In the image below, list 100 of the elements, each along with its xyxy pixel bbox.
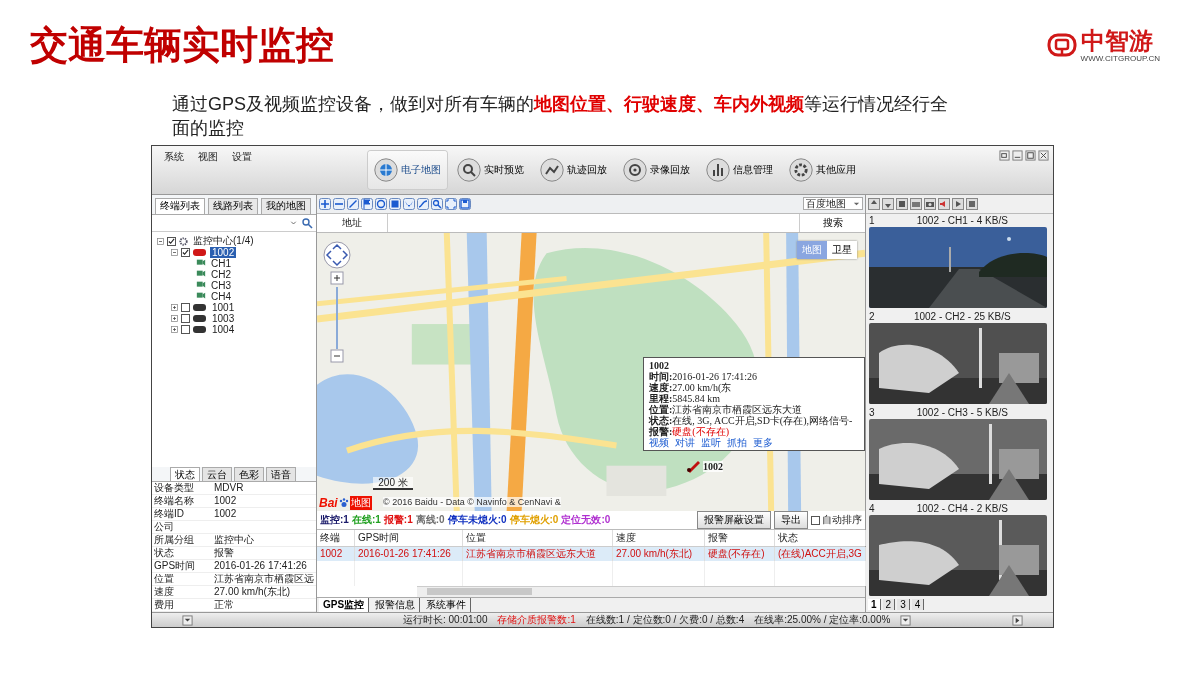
panel-toggle-icon[interactable]: [1012, 614, 1023, 626]
layer-dropdown[interactable]: 百度地图: [803, 197, 863, 211]
sheet-tab[interactable]: GPS监控: [319, 598, 370, 612]
horizontal-scrollbar[interactable]: [417, 586, 865, 597]
camera-icon[interactable]: [924, 197, 936, 210]
property-value: 报警: [213, 547, 235, 559]
maximize-icon[interactable]: [1025, 150, 1036, 161]
popup-field: 状态:在线, 3G, ACC开启,SD卡(存在),网络信号-: [649, 414, 859, 426]
video-index: 1: [869, 214, 875, 227]
page-tab[interactable]: 4: [911, 599, 925, 611]
arrow-up-icon[interactable]: [868, 197, 880, 210]
tree-item[interactable]: 1002: [210, 246, 237, 258]
page-tab[interactable]: 2: [882, 599, 896, 611]
line-icon[interactable]: [417, 197, 429, 210]
menu-item[interactable]: 视图: [198, 150, 218, 164]
minimize-icon[interactable]: [1012, 150, 1023, 161]
pan-control-icon[interactable]: [323, 240, 351, 269]
nav-button[interactable]: 其他应用: [783, 150, 862, 189]
nav-button[interactable]: 轨迹回放: [534, 150, 613, 189]
restore-icon[interactable]: [999, 150, 1010, 161]
tree-item[interactable]: 1001: [210, 301, 237, 313]
summary-count: 报警:1: [383, 513, 413, 527]
close-icon[interactable]: [1038, 150, 1049, 161]
speaker-icon[interactable]: [938, 197, 950, 210]
square-icon[interactable]: [389, 197, 401, 210]
checkbox[interactable]: [811, 515, 820, 525]
table-row[interactable]: 1002 2016-01-26 17:41:26 江苏省南京市栖霞区远东大道 27.00 km/h(东北) 硬盘(不存在) (在线)ACC开启,3G: [317, 547, 865, 561]
fullscreen-icon[interactable]: [445, 197, 457, 210]
collapse-icon[interactable]: [156, 236, 165, 246]
expand-icon[interactable]: [170, 324, 179, 334]
tree-item[interactable]: CH2: [209, 268, 233, 280]
zoom-in-icon[interactable]: [330, 270, 344, 285]
popup-link[interactable]: 视频: [649, 436, 669, 448]
checkbox[interactable]: [181, 302, 190, 312]
panel-tab[interactable]: 我的地图: [261, 197, 311, 214]
tree-item[interactable]: CH4: [209, 290, 233, 302]
panel-tab[interactable]: 终端列表: [155, 197, 205, 214]
popup-link[interactable]: 更多: [753, 436, 773, 448]
property-name: 状态: [153, 547, 175, 559]
checkbox[interactable]: [181, 324, 190, 334]
column-header: 速度: [613, 530, 705, 546]
arrow-down-icon[interactable]: [882, 197, 894, 210]
polygon-icon[interactable]: [403, 197, 415, 210]
checkbox[interactable]: [181, 247, 190, 257]
menu-item[interactable]: 设置: [232, 150, 252, 164]
save-icon[interactable]: [459, 197, 471, 210]
column-header: GPS时间: [355, 530, 463, 546]
play-icon[interactable]: [952, 197, 964, 210]
menu-item[interactable]: 系统: [164, 150, 184, 164]
popup-field: 速度:27.00 km/h(东: [649, 381, 859, 393]
column-header: 位置: [463, 530, 613, 546]
property-name: 终端名称: [153, 495, 195, 507]
property-name: GPS时间: [153, 560, 197, 572]
logo-url: WWW.CITGROUP.CN: [1080, 53, 1160, 63]
tree-item[interactable]: 1003: [210, 312, 237, 324]
search-icon[interactable]: [431, 197, 443, 210]
panel-tab[interactable]: 云台: [202, 467, 232, 481]
checkbox[interactable]: [167, 236, 176, 246]
tree-item[interactable]: 1004: [210, 323, 237, 335]
panel-tab[interactable]: 语音: [266, 467, 296, 481]
checkbox-label: 自动排序: [822, 513, 862, 527]
tree-item[interactable]: CH3: [209, 279, 233, 291]
nav-button[interactable]: 录像回放: [617, 150, 696, 189]
flag-icon[interactable]: [361, 197, 373, 210]
slide-title: 交通车辆实时监控: [30, 23, 334, 68]
panel-tab[interactable]: 色彩: [234, 467, 264, 481]
dropdown-icon[interactable]: [900, 614, 912, 626]
layout-icon[interactable]: [896, 197, 908, 210]
video-index: 2: [869, 310, 875, 323]
window-icon[interactable]: [910, 197, 922, 210]
nav-button[interactable]: 信息管理: [700, 150, 779, 189]
export-button[interactable]: 导出: [774, 511, 808, 529]
expand-icon[interactable]: [170, 313, 179, 323]
video-title: 1002 - CH1 - 4 KB/S: [915, 214, 1009, 227]
popup-link[interactable]: 监听: [701, 436, 721, 448]
gear-icon: [178, 235, 189, 247]
collapse-icon[interactable]: [170, 247, 179, 257]
chart-icon: [706, 157, 730, 182]
circle-icon[interactable]: [375, 197, 387, 210]
video-title: 1002 - CH4 - 2 KB/S: [915, 502, 1009, 515]
alarm-filter-button[interactable]: 报警屏蔽设置: [697, 511, 771, 529]
expand-icon[interactable]: [170, 302, 179, 312]
search-icon: [457, 157, 481, 182]
panel-tab[interactable]: 状态: [170, 467, 200, 481]
panel-tab[interactable]: 线路列表: [208, 197, 258, 214]
stop-icon[interactable]: [966, 197, 978, 210]
marker-label: 1002: [703, 460, 723, 472]
search-icon[interactable]: [301, 216, 313, 229]
tree-item[interactable]: 监控中心(1/4): [191, 234, 256, 249]
page-tab[interactable]: 1: [868, 599, 881, 611]
dropdown-icon[interactable]: [182, 614, 193, 626]
nav-button[interactable]: 实时预览: [451, 150, 530, 189]
checkbox[interactable]: [181, 313, 190, 323]
summary-count: 监控:1: [320, 513, 349, 527]
nav-button[interactable]: 电子地图: [368, 150, 447, 189]
ruler-icon[interactable]: [347, 197, 359, 210]
zoom-in-icon[interactable]: [319, 197, 331, 210]
page-tab[interactable]: 3: [897, 599, 910, 611]
zoom-out-icon[interactable]: [333, 197, 345, 210]
tree-item[interactable]: CH1: [209, 257, 233, 269]
